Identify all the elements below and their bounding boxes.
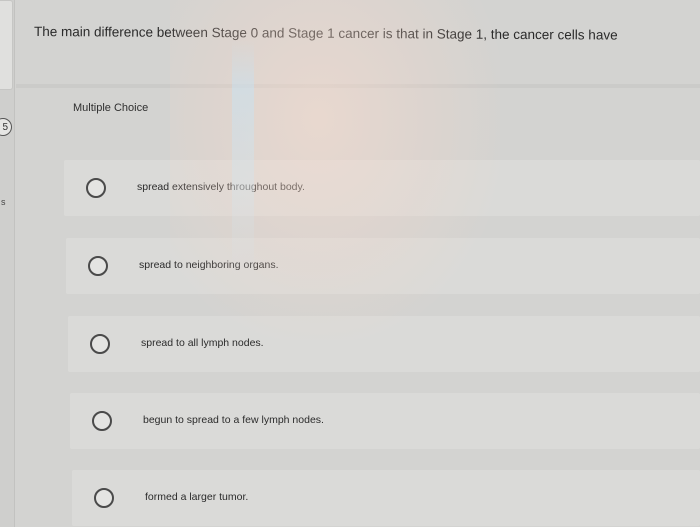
question-number-badge[interactable]: 5 [0,118,12,136]
question-panel: The main difference between Stage 0 and … [16,0,700,527]
answer-option-label: begun to spread to a few lymph nodes. [143,414,324,426]
answer-option-label: formed a larger tumor. [145,491,249,503]
gutter-mark: s [1,197,6,207]
radio-button[interactable] [88,256,108,276]
answer-option-5[interactable]: formed a larger tumor. [72,470,700,526]
answer-option-label: spread to all lymph nodes. [141,337,264,349]
radio-button[interactable] [86,178,106,198]
radio-button[interactable] [92,411,112,431]
radio-button[interactable] [90,334,110,354]
answer-option-4[interactable]: begun to spread to a few lymph nodes. [70,393,700,449]
answer-option-1[interactable]: spread extensively throughout body. [64,160,700,216]
nav-panel-tab[interactable] [0,0,13,90]
question-divider [16,84,700,88]
answer-option-2[interactable]: spread to neighboring organs. [66,238,700,294]
answer-option-label: spread to neighboring organs. [139,259,279,271]
answer-option-3[interactable]: spread to all lymph nodes. [68,316,700,372]
answer-option-label: spread extensively throughout body. [137,181,305,193]
question-text: The main difference between Stage 0 and … [33,24,618,43]
question-type-label: Multiple Choice [73,102,149,114]
radio-button[interactable] [94,488,114,508]
question-nav-gutter: 5 s [0,0,15,527]
